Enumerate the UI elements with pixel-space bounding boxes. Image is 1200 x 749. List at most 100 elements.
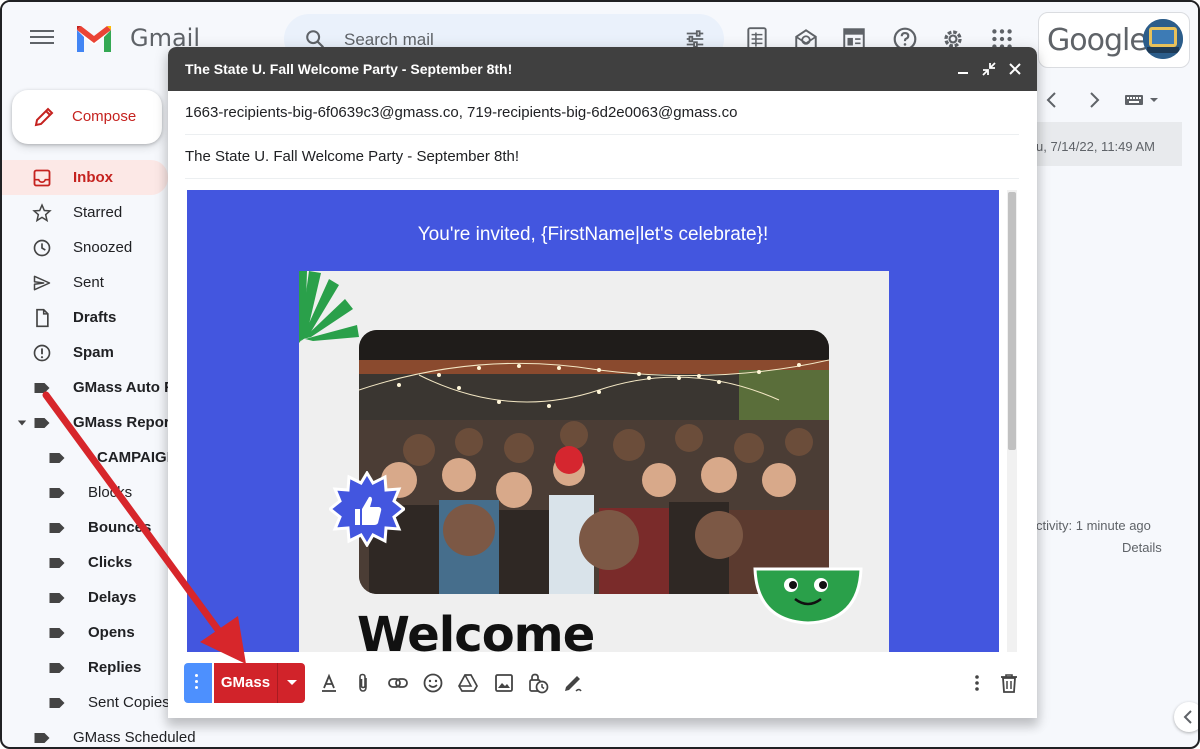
sidebar-item-spam[interactable]: Spam [2, 335, 168, 370]
paperclip-icon[interactable] [352, 672, 374, 694]
sidebar-item-label: GMass Scheduled [73, 729, 196, 746]
expand-arrow-icon[interactable] [16, 413, 28, 433]
clock-icon [33, 239, 51, 256]
gmass-send-button[interactable]: GMass [214, 663, 278, 703]
account-switcher[interactable]: Google [1038, 12, 1190, 68]
gmass-dropdown-button[interactable] [278, 663, 305, 703]
main-menu-icon[interactable] [30, 26, 54, 50]
label-icon [34, 382, 50, 393]
sidebar-item-clicks[interactable]: Clicks [2, 545, 168, 580]
sidebar-item-label: GMass Auto F [73, 379, 174, 396]
trash-icon[interactable] [998, 672, 1020, 694]
sidebar-item-label: CAMPAIGN [97, 449, 178, 466]
message-date: u, 7/14/22, 11:49 AM [1036, 139, 1156, 154]
chevron-left-icon [1183, 710, 1192, 724]
email-template: You're invited, {FirstName|let's celebra… [187, 190, 999, 652]
side-panel-toggle[interactable] [1174, 702, 1198, 732]
label-icon [49, 592, 65, 603]
sidebar-item-snoozed[interactable]: Snoozed [2, 230, 168, 265]
label-icon [49, 452, 65, 463]
welcome-heading: Welcome [357, 607, 595, 652]
sidebar-item-bounces[interactable]: Bounces [2, 510, 168, 545]
sidebar-item-delays[interactable]: Delays [2, 580, 168, 615]
sidebar-item-label: Snoozed [73, 239, 133, 256]
chevron-left-icon[interactable] [1042, 88, 1062, 112]
email-card: Welcome [299, 271, 889, 652]
sidebar-item-label: Delays [88, 589, 137, 606]
sidebar-item-label: Starred [73, 204, 123, 221]
gmail-window: Gmail Google Compose Inbox Sta [0, 0, 1200, 749]
subject-field[interactable]: The State U. Fall Welcome Party - Septem… [185, 135, 1019, 179]
google-wordmark: Google [1047, 23, 1148, 58]
compose-header[interactable]: The State U. Fall Welcome Party - Septem… [168, 47, 1037, 91]
sidebar-item-label: Replies [88, 659, 142, 676]
sidebar-nav: Inbox Starred Snoozed Sent Drafts Spam G… [2, 160, 196, 747]
spam-icon [33, 344, 51, 361]
sidebar-item-drafts[interactable]: Drafts [2, 300, 168, 335]
sidebar-item-label: GMass Repor [73, 414, 170, 431]
party-photo [359, 330, 829, 594]
sidebar-item-gmass-reports[interactable]: GMass Repor [2, 405, 170, 440]
avatar[interactable] [1143, 19, 1183, 59]
star-icon [32, 202, 52, 222]
sidebar-item-label: Opens [88, 624, 135, 641]
invite-heading: You're invited, {FirstName|let's celebra… [417, 224, 769, 245]
keyboard-icon[interactable] [1124, 90, 1164, 110]
sidebar-item-blocks[interactable]: Blocks [2, 475, 168, 510]
pencil-icon [34, 107, 54, 127]
draft-icon [36, 308, 49, 327]
minimize-icon[interactable] [954, 60, 972, 78]
sidebar-item-inbox[interactable]: Inbox [2, 160, 168, 195]
sidebar-item-campaign[interactable]: CAMPAIGN [2, 440, 178, 475]
compose-window: The State U. Fall Welcome Party - Septem… [168, 47, 1037, 718]
details-link[interactable]: Details [1122, 540, 1162, 555]
more-options-icon[interactable] [966, 672, 988, 694]
compose-title: The State U. Fall Welcome Party - Septem… [185, 61, 513, 77]
avatar-image-icon [1143, 19, 1183, 59]
party-crowd-image-icon [359, 330, 829, 594]
insert-photo-icon[interactable] [493, 672, 515, 694]
sidebar-item-sent-copies[interactable]: Sent Copies [2, 685, 170, 720]
link-icon[interactable] [387, 672, 409, 694]
send-icon [33, 275, 51, 290]
label-icon [49, 662, 65, 673]
chevron-right-icon[interactable] [1084, 88, 1104, 112]
close-icon[interactable] [1006, 60, 1024, 78]
label-icon [49, 522, 65, 533]
compose-button[interactable]: Compose [12, 90, 162, 144]
sidebar-item-gmass-auto[interactable]: GMass Auto F [2, 370, 173, 405]
body-scrollbar-thumb[interactable] [1008, 192, 1016, 450]
to-field[interactable]: 1663-recipients-big-6f0639c3@gmass.co, 7… [185, 91, 1019, 135]
label-icon [49, 487, 65, 498]
label-icon [49, 697, 65, 708]
sidebar-item-replies[interactable]: Replies [2, 650, 168, 685]
sidebar-item-label: Blocks [88, 484, 133, 501]
message-body[interactable]: You're invited, {FirstName|let's celebra… [185, 190, 1019, 652]
sidebar-item-starred[interactable]: Starred [2, 195, 168, 230]
confidential-mode-icon[interactable] [527, 672, 549, 694]
sidebar-item-label: Clicks [88, 554, 133, 571]
exit-full-screen-icon[interactable] [980, 60, 998, 78]
thumbs-up-sticker-icon [329, 471, 405, 547]
label-icon [49, 557, 65, 568]
sidebar-item-gmass-scheduled[interactable]: GMass Scheduled [2, 720, 196, 747]
signature-icon[interactable] [562, 672, 584, 694]
compose-toolbar: GMass [168, 652, 1037, 718]
sidebar-item-sent[interactable]: Sent [2, 265, 168, 300]
formatting-options-icon[interactable] [318, 672, 340, 694]
sidebar-item-label: Inbox [73, 169, 113, 186]
vertical-dots-icon [195, 674, 198, 677]
sidebar-item-opens[interactable]: Opens [2, 615, 168, 650]
label-icon [34, 732, 50, 743]
emoji-icon[interactable] [422, 672, 444, 694]
google-drive-icon[interactable] [457, 672, 479, 694]
gmail-logo-icon[interactable] [74, 22, 114, 54]
sidebar-item-label: Sent Copies [88, 694, 170, 711]
inbox-icon [33, 169, 51, 186]
sidebar-item-label: Sent [73, 274, 104, 291]
compose-label: Compose [72, 108, 137, 125]
sunburst-decoration-icon [299, 271, 359, 343]
sidebar-item-label: Bounces [88, 519, 152, 536]
sidebar-item-label: Spam [73, 344, 114, 361]
gmass-settings-button[interactable] [184, 663, 212, 703]
